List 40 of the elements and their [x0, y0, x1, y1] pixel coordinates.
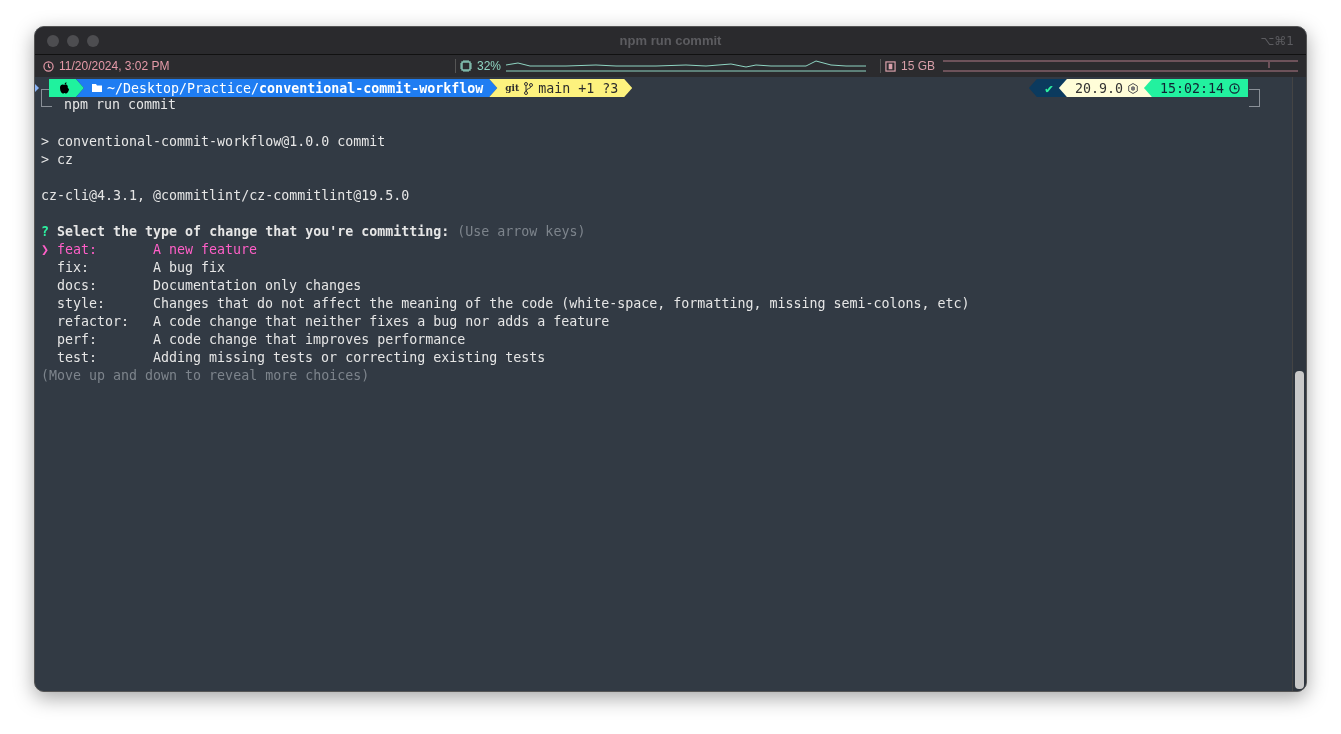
date-time: 11/20/2024, 3:02 PM: [59, 59, 170, 73]
choice-option[interactable]: docs: Documentation only changes: [41, 277, 362, 295]
choice-option[interactable]: perf: A code change that improves performance: [41, 331, 466, 349]
memory-usage: 15 GB: [901, 59, 935, 73]
current-path: ~/Desktop/Practice/conventional-commit-workflow: [107, 80, 484, 96]
apple-icon: [59, 82, 70, 94]
memory-icon: [885, 60, 896, 72]
choice-option[interactable]: fix: A bug fix: [41, 259, 226, 277]
prompt-time: 15:02:14: [1159, 80, 1224, 96]
close-button[interactable]: [47, 34, 59, 47]
success-mark: ✔: [1044, 80, 1053, 96]
folder-icon: [92, 84, 102, 92]
output-line: cz-cli@4.3.1, @commitlint/cz-commitlint@19.5.0: [41, 188, 410, 203]
question-text: Select the type of change that you're committing:: [57, 224, 450, 239]
clock-icon: [43, 60, 54, 72]
zoom-button[interactable]: [87, 34, 99, 47]
output-line: > cz: [41, 152, 74, 167]
git-branch-status: main +1 ?3: [538, 80, 619, 96]
hexagon-icon: [1127, 82, 1138, 94]
scrollbar-thumb[interactable]: [1295, 371, 1304, 689]
node-version: 20.9.0: [1074, 80, 1123, 96]
choice-option[interactable]: ❯ feat: A new feature: [41, 241, 258, 259]
cpu-icon: [460, 60, 472, 72]
choice-option[interactable]: style: Changes that do not affect the meaning of the code (white-space, formatting, missing semi-colons, etc): [41, 295, 970, 313]
command-text: npm run commit: [64, 97, 177, 112]
hint-text: (Move up and down to reveal more choices): [41, 368, 370, 383]
hint-text: (Use arrow keys): [457, 224, 586, 239]
prompt-marker-icon: [35, 84, 39, 92]
prompt-bracket: [1249, 89, 1260, 107]
clock-icon: [1229, 82, 1240, 94]
cpu-usage: 32%: [477, 59, 501, 73]
scrollbar[interactable]: [1292, 77, 1306, 691]
git-branch-icon: [524, 81, 534, 95]
choice-option[interactable]: refactor: A code change that neither fixes a bug nor adds a feature: [41, 313, 610, 331]
question-mark: ?: [41, 224, 49, 239]
selection-pointer: ❯: [41, 242, 49, 257]
output-line: > conventional-commit-workflow@1.0.0 commit: [41, 134, 386, 149]
vcs-label: git: [505, 83, 520, 93]
minimize-button[interactable]: [67, 34, 79, 47]
choice-option[interactable]: test: Adding missing tests or correcting existing tests: [41, 349, 546, 367]
